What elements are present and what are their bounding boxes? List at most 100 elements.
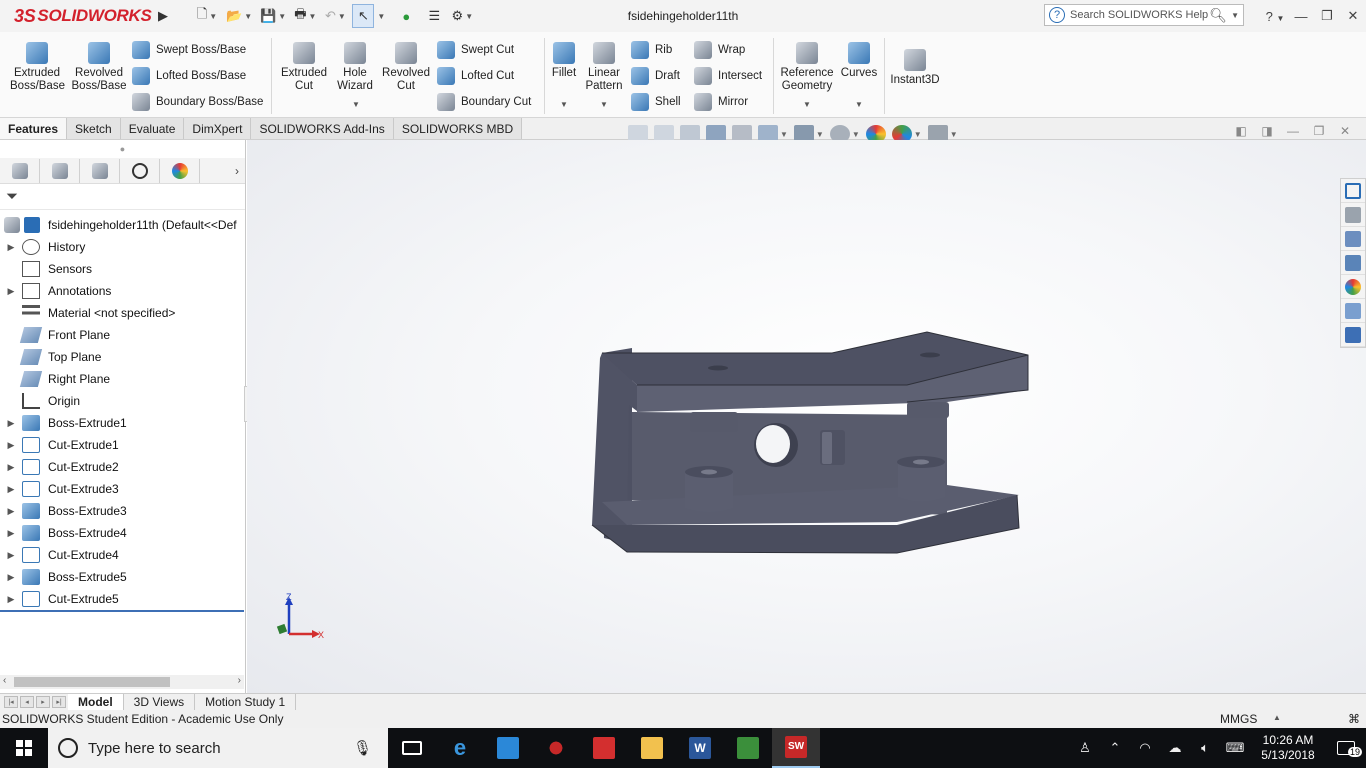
tab-3d-views[interactable]: 3D Views [124,694,196,710]
solidworks-logo[interactable]: 3S SOLIDWORKS [0,0,152,32]
unit-system[interactable]: MMGS [1220,712,1257,726]
tree-item[interactable]: Top Plane [0,346,245,368]
first-tab-icon[interactable]: |◂ [4,696,18,708]
hole-wizard-button[interactable]: Hole Wizard [332,42,378,93]
tree-filter[interactable]: ⏷ [0,184,245,210]
microphone-icon[interactable]: 🎙︎ [353,739,372,757]
tree-item[interactable]: Sensors [0,258,245,280]
lofted-cut-button[interactable]: Lofted Cut [437,65,514,87]
wifi-icon[interactable]: ◠ [1130,740,1160,756]
minimize-button[interactable]: — [1288,9,1314,24]
tree-item[interactable]: Origin [0,390,245,412]
help-button[interactable]: ? ▼ [1262,9,1288,24]
print-icon[interactable]: 🖶 ▼ [294,4,316,28]
tree-item[interactable]: ▶ Cut-Extrude5 [0,588,245,610]
viewport-close-button[interactable]: ✕ [1332,124,1358,138]
chevron-down-icon[interactable]: ▼ [209,12,217,21]
open-folder-icon[interactable]: 📂 ▼ [226,4,252,28]
reference-geometry-button[interactable]: Reference Geometry [778,42,836,93]
tree-item[interactable]: ▶ Boss-Extrude5 [0,566,245,588]
people-icon[interactable]: ♙ [1070,740,1100,756]
solidworks-app[interactable]: SW [772,728,820,768]
propertymanager-tab[interactable] [40,158,80,183]
tree-item[interactable]: Material <not specified> [0,302,245,324]
start-button[interactable] [0,728,48,768]
rib-button[interactable]: Rib [631,39,672,61]
swept-boss-button[interactable]: Swept Boss/Base [132,39,246,61]
extruded-cut-button[interactable]: Extruded Cut [278,42,330,93]
quick-tips-icon[interactable]: ⌘ [1348,712,1360,726]
tree-item[interactable]: ▶ Cut-Extrude2 [0,456,245,478]
tab-model[interactable]: Model [68,694,124,710]
shell-button[interactable]: Shell [631,91,681,113]
volume-icon[interactable]: 🔈︎ [1190,740,1220,756]
close-button[interactable]: ✕ [1340,8,1366,24]
store-app[interactable] [484,728,532,768]
chevron-down-icon[interactable]: ▼ [816,130,824,139]
solidworks-resources-tab[interactable] [1341,179,1365,203]
chevron-down-icon[interactable]: ▼ [914,130,922,139]
file-explorer-tab[interactable] [1341,227,1365,251]
tree-item[interactable]: ▶ Cut-Extrude1 [0,434,245,456]
restore-button[interactable]: ❐ [1314,8,1340,24]
tab-features[interactable]: Features [0,118,68,139]
expand-arrow-icon[interactable]: ▶ [0,506,22,517]
search-help-field[interactable]: ? Search SOLIDWORKS Help 🔍︎ ▼ [1044,4,1244,26]
chevron-down-icon[interactable]: ▼ [855,100,863,109]
chevron-down-icon[interactable]: ▼ [1231,11,1239,20]
tab-mbd[interactable]: SOLIDWORKS MBD [393,118,523,139]
part-model[interactable] [247,140,1366,693]
file-properties-icon[interactable]: ☰ [423,4,445,28]
new-document-icon[interactable]: 🗋 ▼ [196,4,218,28]
expand-arrow-icon[interactable]: ▶ [0,550,22,561]
chevron-down-icon[interactable]: ▼ [803,100,811,109]
configurationmanager-tab[interactable] [80,158,120,183]
intersect-button[interactable]: Intersect [694,65,762,87]
fillet-button[interactable]: Fillet [548,42,580,80]
chevron-down-icon[interactable]: ▼ [852,130,860,139]
rollback-bar[interactable] [0,610,244,612]
expand-arrow-icon[interactable]: ▶ [0,528,22,539]
scroll-right-icon[interactable]: › [238,675,241,686]
keyboard-icon[interactable]: ⌨ [1220,740,1250,756]
expand-arrow-icon[interactable]: ▶ [0,242,22,253]
tree-item[interactable]: ▶ Annotations [0,280,245,302]
expand-arrow-icon[interactable]: ▶ [0,418,22,429]
tab-evaluate[interactable]: Evaluate [120,118,185,139]
expand-arrow-icon[interactable]: ▶ [0,440,22,451]
split-right-icon[interactable]: ◨ [1254,124,1280,138]
panel-grip[interactable]: ● [0,140,245,158]
tree-item[interactable]: ▶ Boss-Extrude3 [0,500,245,522]
expand-arrow-icon[interactable]: ▶ [0,286,22,297]
chevron-down-icon[interactable]: ▼ [278,12,286,21]
linear-pattern-button[interactable]: Linear Pattern [584,42,624,93]
rebuild-icon[interactable]: ● [395,4,417,28]
chevron-down-icon[interactable]: ▼ [780,130,788,139]
powerpoint-app[interactable] [580,728,628,768]
wrap-button[interactable]: Wrap [694,39,745,61]
chevron-down-icon[interactable]: ▼ [352,100,360,109]
displaymanager-tab[interactable] [160,158,200,183]
expand-arrow-icon[interactable]: ▶ [0,462,22,473]
tree-item[interactable]: ▶ Boss-Extrude4 [0,522,245,544]
options-gear-icon[interactable]: ⚙ ▼ [451,4,474,28]
extruded-boss-button[interactable]: Extruded Boss/Base [10,42,65,93]
swept-cut-button[interactable]: Swept Cut [437,39,514,61]
board-app[interactable] [724,728,772,768]
revolved-boss-button[interactable]: Revolved Boss/Base [70,42,128,93]
word-app[interactable]: W [676,728,724,768]
undo-icon[interactable]: ↶ ▼ [324,4,346,28]
bug-app[interactable] [532,728,580,768]
tab-motion-study[interactable]: Motion Study 1 [195,694,297,710]
viewport-restore-button[interactable]: ❐ [1306,124,1332,138]
dimxpertmanager-tab[interactable] [120,158,160,183]
boundary-cut-button[interactable]: Boundary Cut [437,91,531,113]
chevron-down-icon[interactable]: ▼ [244,12,252,21]
custom-properties-tab[interactable] [1341,299,1365,323]
file-explorer-app[interactable] [628,728,676,768]
chevron-down-icon[interactable]: ▼ [600,100,608,109]
action-center-button[interactable]: 19 [1326,741,1366,757]
view-palette-tab[interactable] [1341,251,1365,275]
onedrive-cloud-icon[interactable]: ☁ [1160,740,1190,756]
boundary-boss-button[interactable]: Boundary Boss/Base [132,91,263,113]
